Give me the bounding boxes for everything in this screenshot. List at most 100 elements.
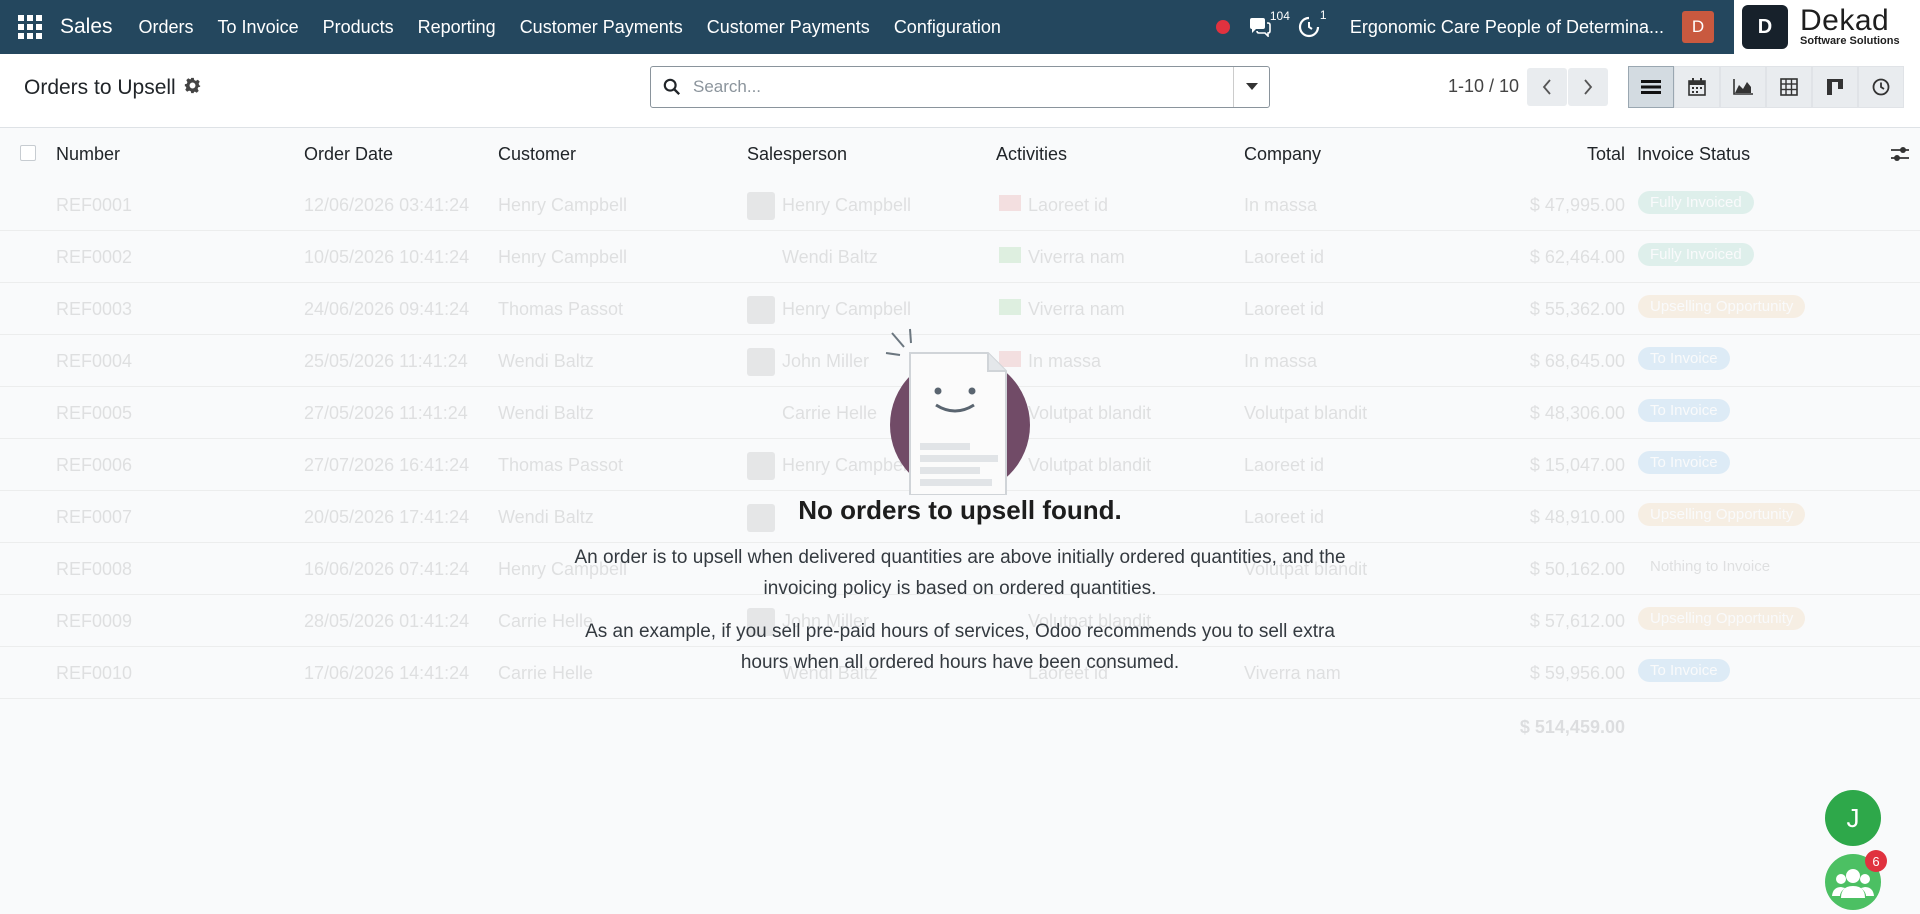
status-badge: Upselling Opportunity	[1638, 607, 1806, 630]
activities-count: 1	[1319, 8, 1327, 22]
activities-clock-icon[interactable]: 1	[1298, 8, 1327, 38]
cell-total: $ 48,306.00	[1529, 403, 1625, 423]
cell-date: 17/06/2026 14:41:24	[304, 663, 470, 683]
recording-indicator[interactable]	[1215, 20, 1230, 34]
grand-total-row: $ 514,459.00	[0, 713, 1920, 743]
cell-total: $ 47,995.00	[1529, 195, 1625, 215]
cell-salesperson: Wendi Baltz	[782, 247, 878, 267]
graph-view-icon[interactable]	[1720, 66, 1766, 108]
select-all-checkbox[interactable]	[20, 145, 36, 161]
cell-customer: Thomas Passot	[498, 299, 624, 319]
column-invoice-status[interactable]: Invoice Status	[1637, 144, 1750, 165]
menu-customer-payments-2[interactable]: Customer Payments	[695, 0, 882, 54]
menu-configuration[interactable]: Configuration	[882, 0, 1013, 54]
cell-customer: Henry Campbell	[498, 247, 628, 267]
company-switcher[interactable]: Ergonomic Care People of Determina...	[1350, 17, 1664, 38]
status-badge: To Invoice	[1638, 659, 1730, 682]
empty-state: No orders to upsell found. An order is t…	[560, 325, 1360, 678]
column-number[interactable]: Number	[56, 144, 120, 165]
pager-previous-button[interactable]	[1527, 68, 1567, 106]
column-total[interactable]: Total	[1587, 144, 1625, 165]
cell-date: 24/06/2026 09:41:24	[304, 299, 470, 319]
company-logo: D Dekad Software Solutions	[1734, 0, 1920, 54]
cell-activity: Viverra nam	[1028, 247, 1125, 267]
cell-salesperson: Henry Campbell	[782, 299, 912, 319]
empty-state-text: An order is to upsell when delivered qua…	[574, 547, 1346, 599]
cell-date: 20/05/2026 17:41:24	[304, 507, 470, 527]
cell-total: $ 55,362.00	[1529, 299, 1625, 319]
column-salesperson[interactable]: Salesperson	[747, 144, 847, 165]
grand-total: $ 514,459.00	[1519, 717, 1625, 737]
cell-company: Laoreet id	[1244, 299, 1325, 319]
cell-total: $ 57,612.00	[1529, 611, 1625, 631]
optional-columns-icon[interactable]	[1890, 145, 1910, 168]
control-panel: Orders to Upsell 1-10 / 10	[0, 54, 1920, 128]
cell-salesperson: Henry Campbell	[782, 195, 912, 215]
apps-menu-icon[interactable]	[0, 0, 60, 54]
activity-view-icon[interactable]	[1858, 66, 1904, 108]
top-navbar: Sales Orders To Invoice Products Reporti…	[0, 0, 1920, 54]
cell-company: In massa	[1244, 195, 1318, 215]
cell-customer: Henry Campbell	[498, 195, 628, 215]
cell-date: 28/05/2026 01:41:24	[304, 611, 470, 631]
app-brand[interactable]: Sales	[60, 15, 113, 39]
pager-value[interactable]: 1-10 / 10	[1448, 76, 1519, 97]
column-customer[interactable]: Customer	[498, 144, 576, 165]
user-avatar[interactable]: D	[1682, 11, 1714, 43]
status-badge: To Invoice	[1638, 451, 1730, 474]
status-badge: Nothing to Invoice	[1650, 558, 1771, 575]
kanban-view-icon[interactable]	[1812, 66, 1858, 108]
cell-company: Laoreet id	[1244, 247, 1325, 267]
cell-date: 27/05/2026 11:41:24	[304, 403, 468, 423]
list-view-icon[interactable]	[1628, 66, 1674, 108]
messages-count: 104	[1269, 9, 1290, 23]
cell-number: REF0009	[56, 611, 133, 631]
status-badge: To Invoice	[1638, 399, 1730, 422]
search-input[interactable]	[693, 77, 1233, 97]
cell-total: $ 62,464.00	[1529, 247, 1625, 267]
chat-bubble-button[interactable]: J	[1825, 790, 1881, 846]
status-badge: Upselling Opportunity	[1638, 295, 1806, 318]
cell-date: 27/07/2026 16:41:24	[304, 455, 470, 475]
pager-next-button[interactable]	[1568, 68, 1608, 106]
menu-products[interactable]: Products	[311, 0, 406, 54]
cell-number: REF0003	[56, 299, 133, 319]
column-activities[interactable]: Activities	[996, 144, 1067, 165]
column-company[interactable]: Company	[1244, 144, 1321, 165]
logo-tagline: Software Solutions	[1800, 35, 1900, 47]
cell-number: REF0002	[56, 247, 133, 267]
calendar-view-icon[interactable]	[1674, 66, 1720, 108]
cell-date: 25/05/2026 11:41:24	[304, 351, 468, 371]
messages-icon[interactable]: 104	[1248, 9, 1290, 37]
gear-icon[interactable]	[184, 77, 201, 99]
empty-state-title: No orders to upsell found.	[798, 495, 1122, 525]
menu-reporting[interactable]: Reporting	[406, 0, 508, 54]
pivot-view-icon[interactable]	[1766, 66, 1812, 108]
menu-customer-payments[interactable]: Customer Payments	[508, 0, 695, 54]
cell-number: REF0004	[56, 351, 133, 371]
search-bar	[650, 66, 1270, 108]
cell-activity: Viverra nam	[1028, 299, 1125, 319]
column-order-date[interactable]: Order Date	[304, 144, 393, 165]
cell-date: 12/06/2026 03:41:24	[304, 195, 470, 215]
cell-date: 10/05/2026 10:41:24	[304, 247, 470, 267]
page-title-text: Orders to Upsell	[24, 76, 176, 99]
menu-orders[interactable]: Orders	[127, 0, 206, 54]
cell-number: REF0001	[56, 195, 133, 215]
cell-total: $ 50,162.00	[1529, 559, 1625, 579]
page-title: Orders to Upsell	[24, 76, 201, 100]
menu-to-invoice[interactable]: To Invoice	[206, 0, 311, 54]
table-row: REF0001 12/06/2026 03:41:24 Henry Campbe…	[0, 179, 1920, 231]
activity-icon	[999, 195, 1021, 211]
search-icon[interactable]	[651, 78, 693, 96]
cell-total: $ 59,956.00	[1529, 663, 1625, 683]
list-header: Number Order Date Customer Salesperson A…	[0, 129, 1920, 179]
table-row: REF0002 10/05/2026 10:41:24 Henry Campbe…	[0, 231, 1920, 283]
empty-folder-illustration	[560, 325, 1360, 496]
search-options-toggle[interactable]	[1233, 67, 1269, 107]
cell-date: 16/06/2026 07:41:24	[304, 559, 470, 579]
activity-icon	[999, 247, 1021, 263]
logo-mark: D	[1742, 5, 1788, 49]
cell-number: REF0007	[56, 507, 133, 527]
cell-activity: Laoreet id	[1028, 195, 1109, 215]
